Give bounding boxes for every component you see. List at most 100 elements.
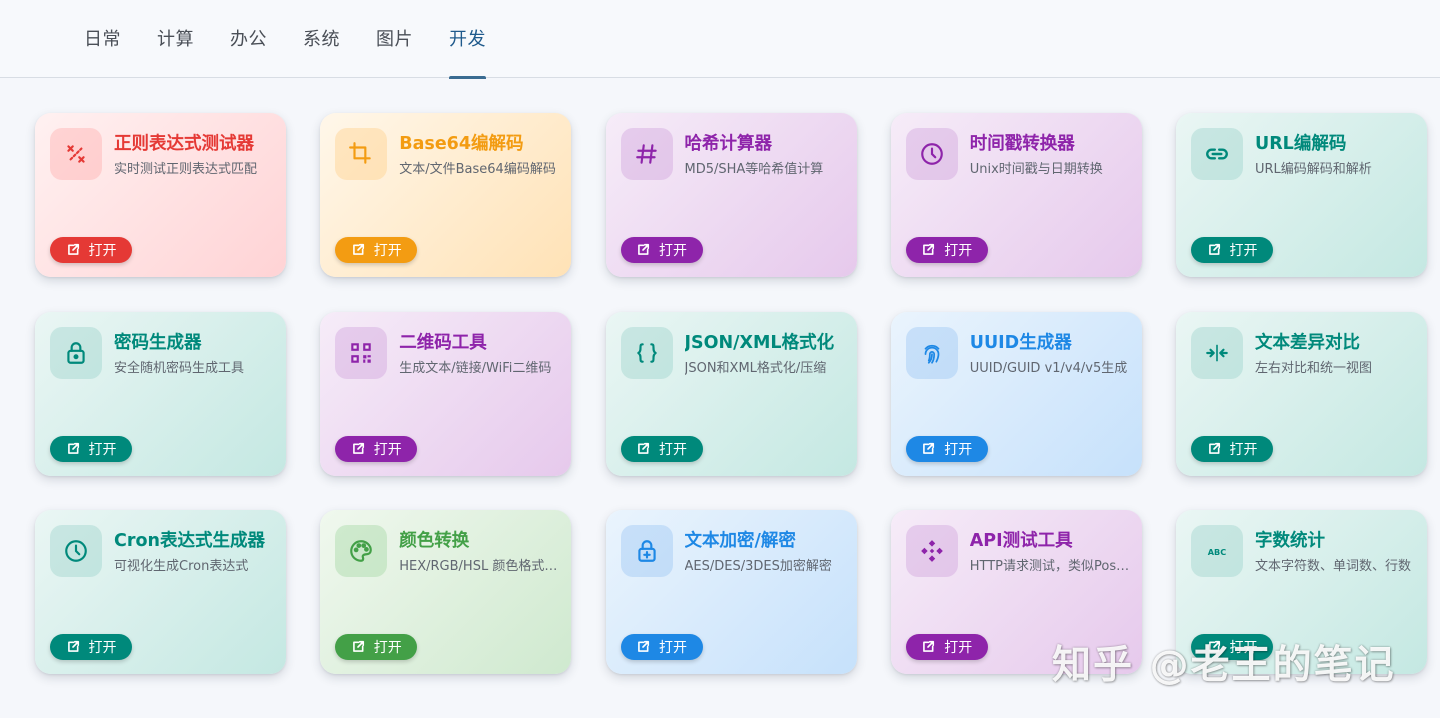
- open-external-icon: [351, 442, 365, 456]
- tool-title: 字数统计: [1255, 531, 1325, 551]
- hash-icon: [620, 128, 673, 180]
- tool-title: JSON/XML格式化: [684, 332, 835, 353]
- tab-5[interactable]: 开发: [431, 0, 504, 79]
- open-external-icon: [921, 243, 935, 257]
- tool-title: Cron表达式生成器: [114, 531, 265, 551]
- tool-description: 左右对比和统一视图: [1255, 360, 1373, 376]
- open-button-label: 打开: [1229, 441, 1258, 458]
- open-button-label: 打开: [88, 441, 117, 458]
- open-button-label: 打开: [944, 243, 973, 259]
- abc-icon: ABC: [1191, 525, 1243, 577]
- tool-title: 哈希计算器: [684, 134, 773, 154]
- link-icon: [1191, 128, 1243, 180]
- open-button-label: 打开: [88, 243, 117, 259]
- tab-0[interactable]: 日常: [66, 0, 139, 78]
- tool-description: HEX/RGB/HSL 颜色格式转换: [399, 559, 562, 574]
- open-button[interactable]: 打开: [50, 237, 132, 263]
- tab-2[interactable]: 办公: [212, 0, 285, 78]
- palette-icon: [335, 525, 388, 577]
- tool-card[interactable]: UUID生成器 UUID/GUID v1/v4/v5生成 打开: [890, 311, 1142, 476]
- qrcode-icon: [335, 326, 388, 379]
- open-external-icon: [921, 640, 935, 654]
- open-button-label: 打开: [659, 243, 687, 259]
- open-external-icon: [66, 243, 80, 257]
- tool-card[interactable]: 时间戳转换器 Unix时间戳与日期转换 打开: [890, 113, 1142, 277]
- open-button[interactable]: 打开: [1191, 435, 1273, 462]
- open-button-label: 打开: [1229, 243, 1258, 259]
- open-button[interactable]: 打开: [335, 237, 418, 263]
- tool-description: HTTP请求测试，类似Postman: [969, 559, 1132, 574]
- watermark: 知乎 @老王的笔记: [1052, 643, 1396, 688]
- tool-description: AES/DES/3DES加密解密: [684, 559, 832, 574]
- tool-title: 密码生成器: [114, 332, 202, 353]
- tool-title: Base64编解码: [399, 134, 524, 154]
- open-external-icon: [351, 640, 365, 654]
- tool-description: 文本/文件Base64编码解码: [399, 162, 556, 177]
- open-button[interactable]: 打开: [905, 237, 988, 263]
- open-button-label: 打开: [373, 243, 402, 259]
- regex-icon: [50, 128, 102, 180]
- tool-description: 生成文本/链接/WiFi二维码: [399, 360, 552, 376]
- tool-card[interactable]: Cron表达式生成器 可视化生成Cron表达式 打开: [35, 510, 286, 674]
- tool-title: 文本加密/解密: [684, 531, 796, 551]
- tool-card[interactable]: 文本加密/解密 AES/DES/3DES加密解密打开: [605, 510, 857, 674]
- tool-title: 颜色转换: [399, 531, 470, 551]
- tool-title: 二维码工具: [399, 332, 487, 353]
- open-button-label: 打开: [373, 640, 402, 656]
- open-button[interactable]: 打开: [335, 435, 418, 462]
- tool-card[interactable]: 正则表达式测试器 实时测试正则表达式匹配 打开: [35, 113, 286, 277]
- tool-card[interactable]: 密码生成器安全随机密码生成工具打开: [35, 311, 286, 476]
- tool-title: 时间戳转换器: [969, 134, 1075, 154]
- open-button[interactable]: 打开: [620, 237, 703, 263]
- open-external-icon: [636, 640, 650, 654]
- tool-title: 文本差异对比: [1255, 332, 1360, 353]
- open-button-label: 打开: [659, 441, 687, 458]
- open-button[interactable]: 打开: [50, 634, 132, 660]
- tool-card[interactable]: Base64编解码文本/文件Base64编码解码打开: [320, 113, 572, 277]
- lock-plus-icon: [620, 525, 673, 577]
- tool-card[interactable]: 文本差异对比左右对比和统一视图打开: [1176, 311, 1427, 476]
- tool-description: URL编码解码和解析: [1255, 162, 1372, 177]
- open-button[interactable]: 打开: [1191, 237, 1273, 263]
- tool-title: API测试工具: [969, 531, 1073, 551]
- tool-description: JSON和XML格式化/压缩: [684, 360, 827, 376]
- fingerprint-icon: [905, 326, 958, 379]
- tool-description: 实时测试正则表达式匹配: [114, 162, 258, 177]
- clock-icon: [905, 128, 958, 180]
- compare-icon: [1191, 326, 1243, 379]
- tool-card[interactable]: URL编解码 URL编码解码和解析打开: [1176, 113, 1427, 277]
- open-button[interactable]: 打开: [335, 634, 418, 660]
- clock-icon: [50, 525, 102, 577]
- open-button[interactable]: 打开: [50, 435, 132, 462]
- tool-card[interactable]: 哈希计算器 MD5/SHA等哈希值计算打开: [605, 113, 857, 277]
- open-external-icon: [1207, 243, 1221, 257]
- open-external-icon: [921, 442, 935, 456]
- top-nav-bar: 日常 计算 办公 系统 图片 开发: [0, 0, 1440, 79]
- tool-title: URL编解码: [1255, 134, 1347, 154]
- open-external-icon: [66, 442, 80, 456]
- open-external-icon: [636, 243, 650, 257]
- tab-4[interactable]: 图片: [358, 0, 431, 78]
- lock-icon: [50, 326, 102, 379]
- open-button-label: 打开: [944, 640, 973, 656]
- open-button[interactable]: 打开: [620, 634, 703, 660]
- open-button-label: 打开: [659, 640, 687, 656]
- crop-icon: [335, 128, 388, 180]
- open-button[interactable]: 打开: [620, 435, 703, 462]
- open-button[interactable]: 打开: [905, 634, 988, 660]
- tab-1[interactable]: 计算: [139, 0, 212, 78]
- tab-3[interactable]: 系统: [285, 0, 358, 78]
- tool-card[interactable]: 颜色转换 HEX/RGB/HSL 颜色格式转换打开: [320, 510, 572, 674]
- braces-icon: [620, 326, 673, 379]
- open-external-icon: [66, 640, 80, 654]
- tool-description: 文本字符数、单词数、行数: [1255, 559, 1412, 574]
- tool-title: UUID生成器: [969, 332, 1072, 353]
- tool-card[interactable]: 二维码工具生成文本/链接/WiFi二维码打开: [320, 311, 572, 476]
- open-button-label: 打开: [944, 441, 973, 458]
- open-external-icon: [351, 243, 365, 257]
- tool-card[interactable]: JSON/XML格式化 JSON和XML格式化/压缩打开: [605, 311, 857, 476]
- open-button[interactable]: 打开: [905, 435, 988, 462]
- tool-description: MD5/SHA等哈希值计算: [684, 162, 824, 177]
- open-external-icon: [1207, 442, 1221, 456]
- tool-description: 安全随机密码生成工具: [114, 360, 245, 376]
